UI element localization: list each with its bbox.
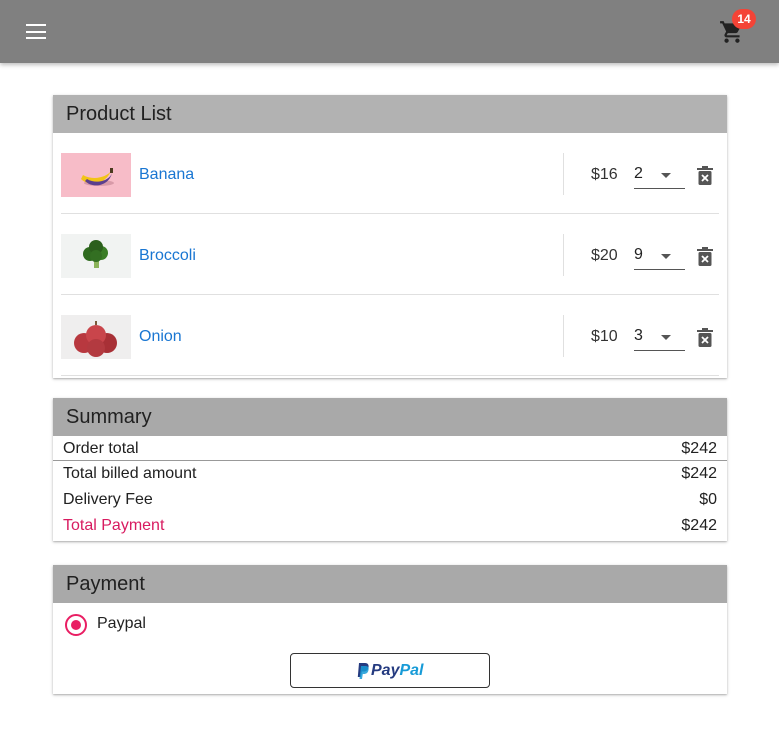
payment-card: Payment Paypal PayPal: [53, 565, 727, 694]
banana-image: [61, 153, 131, 197]
broccoli-image: [61, 234, 131, 278]
summary-title: Summary: [53, 398, 727, 436]
summary-card: Summary Order total $242 Total billed am…: [53, 398, 727, 541]
paypal-radio-label: Paypal: [97, 615, 146, 632]
product-price: $20: [591, 247, 618, 264]
total-payment-value: $242: [681, 517, 717, 534]
order-total-value: $242: [681, 440, 717, 457]
quantity-value: 3: [634, 327, 643, 344]
product-row-broccoli: Broccoli $20 9: [61, 214, 719, 295]
total-payment-row: Total Payment $242: [53, 513, 727, 539]
quantity-select[interactable]: 2: [634, 159, 685, 189]
paypal-logo-icon: [357, 663, 369, 679]
divider: [563, 234, 564, 276]
quantity-select[interactable]: 3: [634, 321, 685, 351]
product-price: $10: [591, 328, 618, 345]
delivery-fee-label: Delivery Fee: [63, 491, 153, 508]
delivery-fee-value: $0: [699, 491, 717, 508]
chevron-down-icon: [661, 254, 671, 259]
billed-amount-value: $242: [681, 465, 717, 482]
cart-count-badge: 14: [732, 9, 756, 29]
paypal-button[interactable]: PayPal: [290, 653, 490, 688]
chevron-down-icon: [661, 335, 671, 340]
quantity-value: 9: [634, 246, 643, 263]
paypal-wordmark: PayPal: [371, 662, 424, 679]
order-total-row: Order total $242: [53, 436, 727, 461]
delete-icon[interactable]: [697, 166, 713, 185]
delivery-fee-row: Delivery Fee $0: [53, 487, 727, 513]
product-row-onion: Onion $10 3: [61, 295, 719, 376]
product-row-banana: Banana $16 2: [61, 133, 719, 214]
payment-title: Payment: [53, 565, 727, 603]
chevron-down-icon: [661, 173, 671, 178]
divider: [563, 315, 564, 357]
order-total-label: Order total: [63, 440, 139, 457]
delete-icon[interactable]: [697, 247, 713, 266]
product-name-link[interactable]: Broccoli: [139, 247, 196, 265]
billed-amount-row: Total billed amount $242: [53, 461, 727, 487]
quantity-value: 2: [634, 165, 643, 182]
product-list-card: Product List Banana $16 2 Broccoli $20 9…: [53, 95, 727, 378]
quantity-select[interactable]: 9: [634, 240, 685, 270]
app-bar: 14: [0, 0, 779, 63]
product-name-link[interactable]: Onion: [139, 328, 182, 346]
total-payment-label: Total Payment: [63, 517, 165, 534]
onion-image: [61, 315, 131, 359]
menu-icon[interactable]: [26, 24, 46, 39]
product-list-title: Product List: [53, 95, 727, 133]
billed-amount-label: Total billed amount: [63, 465, 197, 482]
divider: [563, 153, 564, 195]
product-price: $16: [591, 166, 618, 183]
payment-options: Paypal PayPal: [53, 603, 727, 694]
product-name-link[interactable]: Banana: [139, 166, 194, 184]
delete-icon[interactable]: [697, 328, 713, 347]
paypal-radio[interactable]: [65, 614, 87, 636]
